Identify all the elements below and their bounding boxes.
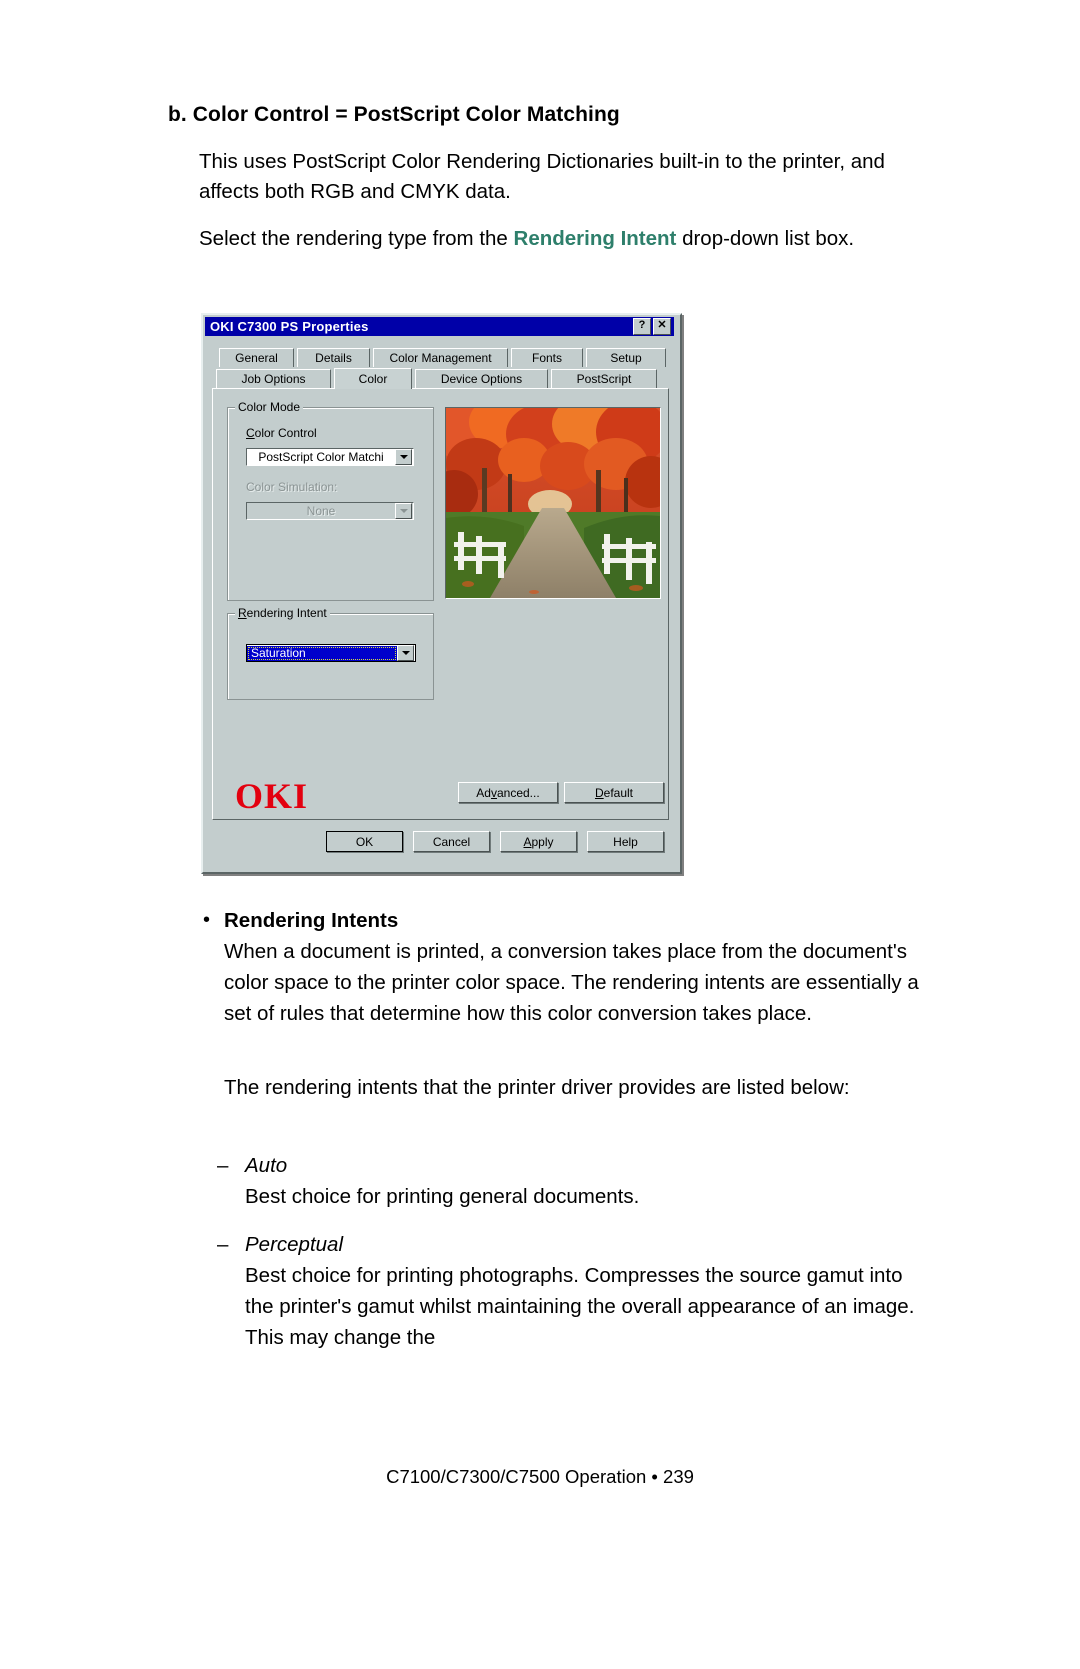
advanced-button[interactable]: Advanced... — [458, 782, 558, 803]
bullet-icon: • — [203, 909, 211, 931]
tab-color[interactable]: Color — [334, 368, 412, 389]
intent-term: – Auto — [217, 1150, 932, 1181]
page-heading: b. Color Control = PostScript Color Matc… — [168, 103, 620, 126]
dialog-title: OKI C7300 PS Properties — [210, 319, 369, 334]
tab-job-options[interactable]: Job Options — [216, 369, 331, 388]
dash-icon: – — [217, 1154, 229, 1177]
tab-setup[interactable]: Setup — [586, 348, 666, 367]
advanced-button-label: Advanced... — [476, 785, 540, 800]
apply-button-label: Apply — [523, 834, 554, 849]
bullet-row: • Rendering Intents When a document is p… — [199, 905, 929, 1029]
default-button[interactable]: Default — [564, 782, 664, 803]
paragraph-intents-list-intro: The rendering intents that the printer d… — [224, 1076, 850, 1099]
tab-postscript[interactable]: PostScript — [551, 369, 657, 388]
tab-general[interactable]: General — [219, 348, 294, 367]
tab-details[interactable]: Details — [297, 348, 370, 367]
label-color-simulation: Color Simulation: — [246, 480, 338, 494]
tab-color-management[interactable]: Color Management — [373, 348, 508, 367]
rendering-intent-emphasis: Rendering Intent — [513, 227, 677, 250]
cancel-button[interactable]: Cancel — [413, 831, 490, 852]
intent-definition: Best choice for printing general documen… — [245, 1185, 640, 1208]
color-control-dropdown[interactable]: PostScript Color Matchi — [246, 448, 414, 466]
group-rendering-intent-label: Rendering Intent — [235, 606, 330, 620]
color-simulation-value: None — [306, 504, 336, 518]
group-color-mode-label: Color Mode — [235, 400, 304, 414]
default-button-label: Default — [594, 785, 634, 800]
ok-button[interactable]: OK — [326, 831, 403, 852]
page-footer: C7100/C7300/C7500 Operation • 239 — [386, 1466, 694, 1487]
intent-term: – Perceptual — [217, 1229, 932, 1260]
tab-fonts[interactable]: Fonts — [511, 348, 583, 367]
close-icon[interactable]: ✕ — [653, 318, 671, 335]
chevron-down-icon[interactable] — [397, 645, 414, 661]
group-color-mode: Color Mode Color Control PostScript Colo… — [227, 400, 434, 601]
document-page: b. Color Control = PostScript Color Matc… — [0, 0, 1080, 1669]
tab-device-options[interactable]: Device Options — [415, 369, 548, 388]
titlebar-button-group: ? ✕ — [633, 318, 674, 335]
group-rendering-intent: Rendering Intent Saturation — [227, 606, 434, 700]
color-control-value: PostScript Color Matchi — [258, 450, 384, 464]
dash-icon: – — [217, 1233, 229, 1256]
paragraph-select-rendering-post: drop-down list box. — [676, 227, 855, 250]
color-simulation-dropdown[interactable]: None — [246, 502, 414, 520]
paragraph-select-rendering-pre: Select the rendering type from the — [199, 227, 514, 250]
oki-logo: OKI — [235, 776, 309, 816]
help-button[interactable]: Help — [587, 831, 664, 852]
tab-row-upper: General Details Color Management Fonts S… — [219, 348, 666, 367]
paragraph-intro: This uses PostScript Color Rendering Dic… — [199, 150, 885, 203]
intent-definition: Best choice for printing photographs. Co… — [245, 1264, 915, 1349]
color-preview-image — [445, 407, 661, 599]
chevron-down-icon[interactable] — [395, 449, 412, 465]
bullet-heading: Rendering Intents — [224, 909, 399, 932]
tab-panel-color: Color Mode Color Control PostScript Colo… — [212, 388, 669, 820]
preview-illustration — [446, 408, 660, 598]
tab-row-lower: Job Options Color Device Options PostScr… — [216, 368, 657, 389]
dialog-action-buttons: OK Cancel Apply Help — [326, 831, 664, 852]
rendering-intents-bullet: • Rendering Intents When a document is p… — [199, 905, 929, 1029]
intent-item-perceptual: – Perceptual Best choice for printing ph… — [217, 1229, 932, 1353]
apply-button[interactable]: Apply — [500, 831, 577, 852]
printer-properties-dialog[interactable]: OKI C7300 PS Properties ? ✕ General Deta… — [201, 313, 682, 874]
label-color-control: Color Control — [246, 426, 317, 440]
bullet-body-text: When a document is printed, a conversion… — [224, 940, 919, 1025]
rendering-intent-value: Saturation — [247, 645, 397, 661]
rendering-intent-dropdown[interactable]: Saturation — [246, 644, 416, 662]
chevron-down-icon[interactable] — [395, 503, 412, 519]
intent-item-auto: – Auto Best choice for printing general … — [217, 1150, 932, 1212]
paragraph-select-rendering: Select the rendering type from the Rende… — [199, 224, 929, 254]
dialog-titlebar[interactable]: OKI C7300 PS Properties ? ✕ — [205, 317, 674, 336]
intent-term-label: Auto — [245, 1154, 288, 1177]
help-icon[interactable]: ? — [633, 318, 651, 335]
intent-term-label: Perceptual — [245, 1233, 344, 1256]
